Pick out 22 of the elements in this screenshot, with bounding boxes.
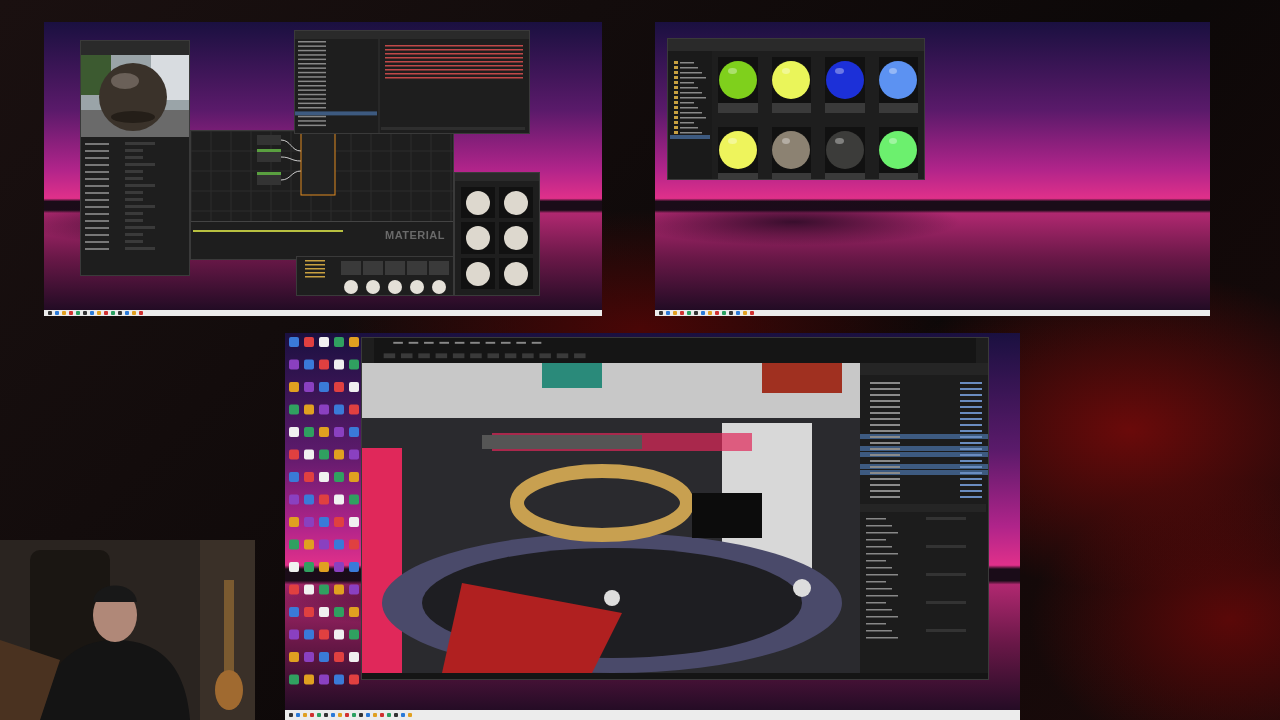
graph-node[interactable] [257, 135, 281, 145]
material-thumbnail[interactable] [878, 57, 918, 113]
connector-line [280, 156, 302, 162]
material-thumbnail[interactable] [718, 127, 758, 179]
material-thumbnail[interactable] [499, 187, 533, 219]
graph-node[interactable] [257, 149, 281, 162]
connector-line [280, 139, 302, 152]
material-thumbnail[interactable] [771, 57, 811, 113]
material-thumbnail[interactable] [499, 257, 533, 289]
graph-node[interactable] [300, 131, 336, 196]
material-thumbnail[interactable] [825, 127, 865, 179]
material-thumbnail[interactable] [771, 127, 811, 179]
graph-node[interactable] [257, 172, 281, 185]
material-thumbnail[interactable] [461, 257, 495, 289]
connector-line [280, 170, 302, 181]
graph-label: MATERIAL [385, 229, 445, 241]
material-thumbnail[interactable] [461, 222, 495, 254]
material-thumbnail[interactable] [878, 127, 918, 179]
material-thumbnail[interactable] [499, 222, 533, 254]
material-thumbnail[interactable] [718, 57, 758, 113]
material-thumbnail[interactable] [825, 57, 865, 113]
material-thumbnail[interactable] [461, 187, 495, 219]
